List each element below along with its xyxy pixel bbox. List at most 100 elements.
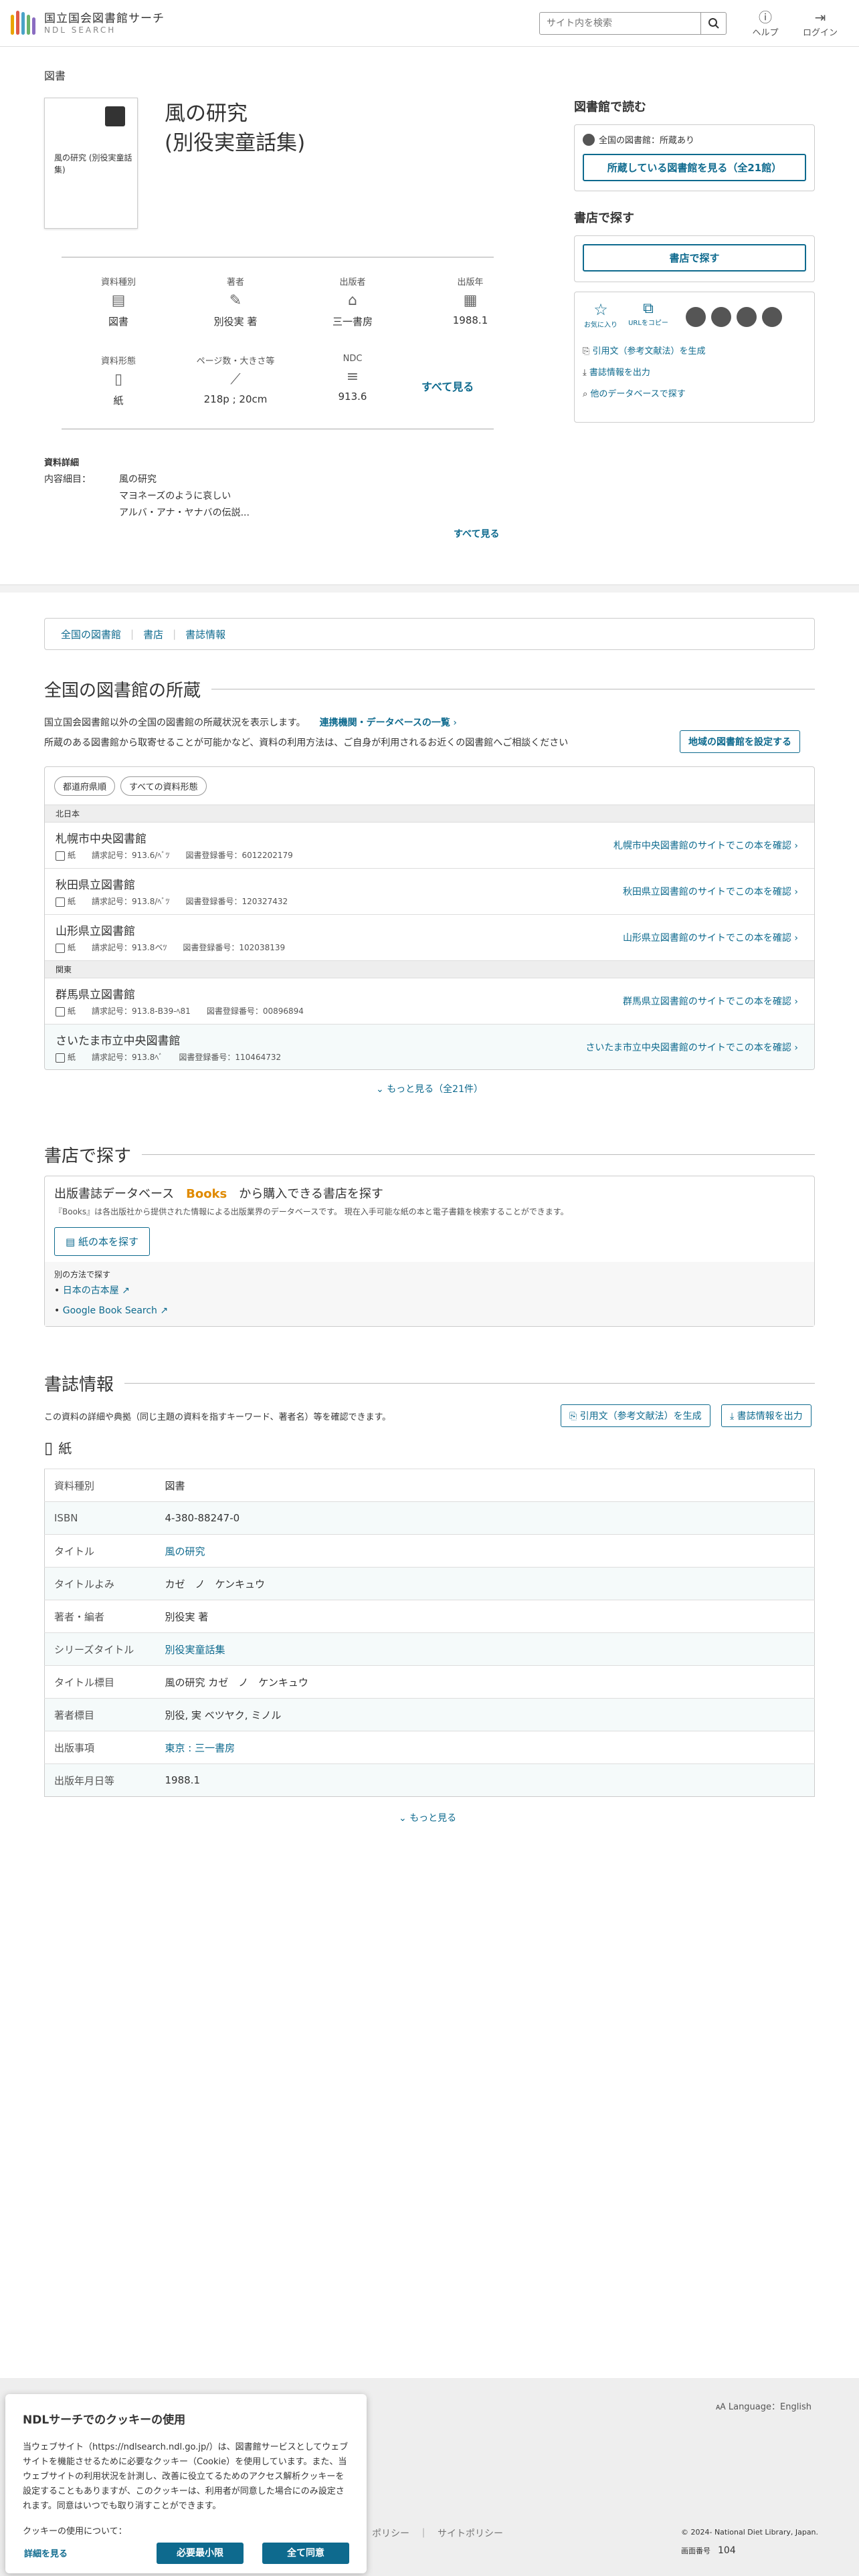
other-db-link[interactable]: ⌕ 他のデータベースで探す <box>583 384 806 405</box>
paper-icon <box>56 1053 65 1063</box>
biblio-row: タイトル標目 風の研究 カゼ ノ ケンキュウ <box>44 1665 815 1699</box>
facebook-share-icon[interactable] <box>711 307 731 327</box>
library-site-link[interactable]: さいたま市立中央図書館のサイトでこの本を確認 › <box>585 1041 798 1054</box>
library-name: さいたま市立中央図書館 <box>56 1035 181 1048</box>
prop-value: 三一書房 <box>332 316 373 328</box>
footer-link[interactable]: ポリシー <box>372 2529 409 2539</box>
cite-link[interactable]: ⎘ 引用文（参考文献法）を生成 <box>583 341 806 362</box>
libraries-list: 都道府県順 すべての資料形態 北日本 札幌市中央図書館 紙 請求記号：913.6… <box>44 766 815 1070</box>
export-link[interactable]: ⤓ 書誌情報を出力 <box>583 362 806 384</box>
biblio-value[interactable]: 風の研究 <box>165 1534 815 1568</box>
screen-number-label: 画面番号 <box>681 2547 710 2555</box>
libraries-desc-text: 国立国会図書館以外の全国の図書館の所蔵状況を表示します。 <box>44 718 301 728</box>
title-series: (別役実童話集) <box>165 131 306 155</box>
prop-value: 218p ; 20cm <box>203 393 268 405</box>
prop-value: 別役実 著 <box>213 316 258 328</box>
biblio-value: 1988.1 <box>165 1763 815 1797</box>
library-site-link-text: 群馬県立図書館のサイトでこの本を確認 <box>622 996 791 1007</box>
cookie-accept-button[interactable]: 全て同意 <box>262 2543 349 2564</box>
library-row: 山形県立図書館 紙 請求記号：913.8ベﾂ 図書登録番号：102038139 … <box>45 914 814 960</box>
book-icon: ▤ <box>111 292 126 309</box>
prefecture-filter[interactable]: 都道府県順 <box>54 776 116 796</box>
bookstore-heading-text: 書店で探す <box>44 1146 132 1166</box>
kosho-link[interactable]: • 日本の古本屋 ↗ <box>54 1281 805 1301</box>
view-holdings-button[interactable]: 所蔵している図書館を見る（全21館） <box>583 154 806 181</box>
biblio-key: 著者標目 <box>44 1698 165 1731</box>
tab-biblio[interactable]: 書誌情報 <box>185 627 225 641</box>
bookstore-heading: 書店で探す <box>44 1142 815 1167</box>
biblio-value: 図書 <box>165 1469 815 1502</box>
biblio-row: タイトルよみ カゼ ノ ケンキュウ <box>44 1567 815 1600</box>
show-more-libraries-link[interactable]: ⌄ もっと見る（全21件） <box>376 1082 483 1095</box>
cookie-details-link[interactable]: 詳細を見る <box>24 2547 68 2559</box>
show-more-biblio-link[interactable]: ⌄ もっと見る <box>399 1811 456 1824</box>
site-logo[interactable]: 国立国会図書館サーチ NDL SEARCH <box>11 9 165 35</box>
registration-number: 図書登録番号：120327432 <box>185 897 288 906</box>
mail-share-icon[interactable] <box>762 307 782 327</box>
pen-icon: ✎ <box>229 292 242 309</box>
material-type: 紙 <box>68 943 76 952</box>
search-button[interactable] <box>700 13 726 34</box>
details-heading: 資料詳細 <box>44 458 80 468</box>
prop-label: NDC <box>343 354 363 364</box>
library-site-link[interactable]: 山形県立図書館のサイトでこの本を確認 › <box>623 931 798 944</box>
paper-icon <box>56 943 65 953</box>
tab-libraries[interactable]: 全国の図書館 <box>61 627 121 641</box>
prop-label: ページ数・大きさ等 <box>196 356 275 366</box>
search-input[interactable] <box>540 13 700 34</box>
favorite-button[interactable]: ☆ お気に入り <box>583 300 619 329</box>
cookie-minimum-button[interactable]: 必要最小限 <box>157 2543 244 2564</box>
footer-link[interactable]: サイトポリシー <box>438 2529 503 2539</box>
details-see-all-link[interactable]: すべて見る <box>454 527 499 540</box>
prop-year: 出版年 ▦ 1988.1 <box>430 275 510 326</box>
login-button[interactable]: ⇥ ログイン <box>800 9 840 38</box>
libraries-note: 所蔵のある図書館から取寄せることが可能かなど、資料の利用方法は、ご自身が利用され… <box>44 738 569 748</box>
kosho-link-text[interactable]: 日本の古本屋 <box>63 1285 119 1296</box>
library-site-link[interactable]: 札幌市中央図書館のサイトでこの本を確認 › <box>613 839 798 852</box>
call-number: 請求記号：913.8/ﾍﾞﾂ <box>92 897 170 906</box>
logo-title: 国立国会図書館サーチ <box>44 12 165 25</box>
language-switch[interactable]: 🗚 Language：English <box>716 2399 812 2412</box>
x-share-icon[interactable] <box>686 307 706 327</box>
google-books-link-text[interactable]: Google Book Search <box>63 1305 157 1316</box>
library-name: 秋田県立図書館 <box>56 879 135 892</box>
google-books-link[interactable]: • Google Book Search ↗ <box>54 1301 805 1321</box>
tab-bookstore[interactable]: 書店 <box>143 627 163 641</box>
login-icon: ⇥ <box>814 9 826 25</box>
library-name: 札幌市中央図書館 <box>56 833 147 846</box>
biblio-value: 風の研究 カゼ ノ ケンキュウ <box>165 1665 815 1699</box>
biblio-value[interactable]: 別役実童話集 <box>165 1632 815 1666</box>
cite-button[interactable]: ⎘ 引用文（参考文献法）を生成 <box>561 1404 710 1427</box>
cookie-title: NDLサーチでのクッキーの使用 <box>23 2413 186 2427</box>
thumbnail-title: 風の研究 (別役実童話集) <box>54 153 132 175</box>
partner-list-link[interactable]: 連携機関・データベースの一覧 <box>320 718 450 728</box>
line-share-icon[interactable] <box>737 307 757 327</box>
export-button[interactable]: ⤓ 書誌情報を出力 <box>721 1404 812 1427</box>
biblio-key: 出版年月日等 <box>44 1763 165 1797</box>
show-more-libraries-text: もっと見る（全21件） <box>387 1084 484 1095</box>
props-see-all-link[interactable]: すべて見る <box>421 378 474 394</box>
library-name: 群馬県立図書館 <box>56 988 135 1002</box>
download-icon: ⤓ <box>583 368 589 378</box>
material-type-filter[interactable]: すべての資料形態 <box>120 776 207 796</box>
biblio-value: 別役実 著 <box>165 1600 815 1633</box>
url-copy-button[interactable]: ⧉ URLをコピー <box>628 300 668 327</box>
search-bookstore-button[interactable]: 書店で探す <box>583 244 806 272</box>
library-site-link[interactable]: 群馬県立図書館のサイトでこの本を確認 › <box>623 994 798 1008</box>
cite-label[interactable]: 引用文（参考文献法）を生成 <box>593 346 706 356</box>
library-site-link[interactable]: 秋田県立図書館のサイトでこの本を確認 › <box>623 885 798 898</box>
chevron-down-icon: ⌄ <box>376 1084 387 1095</box>
biblio-value[interactable]: 東京 : 三一書房 <box>165 1731 815 1764</box>
set-region-button[interactable]: 地域の図書館を設定する <box>680 730 800 753</box>
search-paper-book-button[interactable]: ▤ 紙の本を探す <box>54 1227 150 1256</box>
library-name: 山形県立図書館 <box>56 925 135 938</box>
prop-value: 913.6 <box>338 391 367 403</box>
tools-box: ☆ お気に入り ⧉ URLをコピー ⎘ 引用文（参考文献法）を生成 ⤓ 書誌情報… <box>574 292 815 423</box>
export-label[interactable]: 書誌情報を出力 <box>589 368 650 378</box>
help-button[interactable]: ⓘ ヘルプ <box>745 9 785 38</box>
other-db-label[interactable]: 他のデータベースで探す <box>590 389 685 399</box>
biblio-table: 資料種別 図書 ISBN 4-380-88247-0 タイトル 風の研究 タイトルよみ カゼ … <box>44 1469 815 1797</box>
books-db-desc: 『Books』は各出版社から提供された情報による出版業界のデータベースです。 現… <box>54 1207 569 1216</box>
prop-value: 紙 <box>113 395 124 407</box>
screen-number: 画面番号 104 <box>681 2545 736 2556</box>
